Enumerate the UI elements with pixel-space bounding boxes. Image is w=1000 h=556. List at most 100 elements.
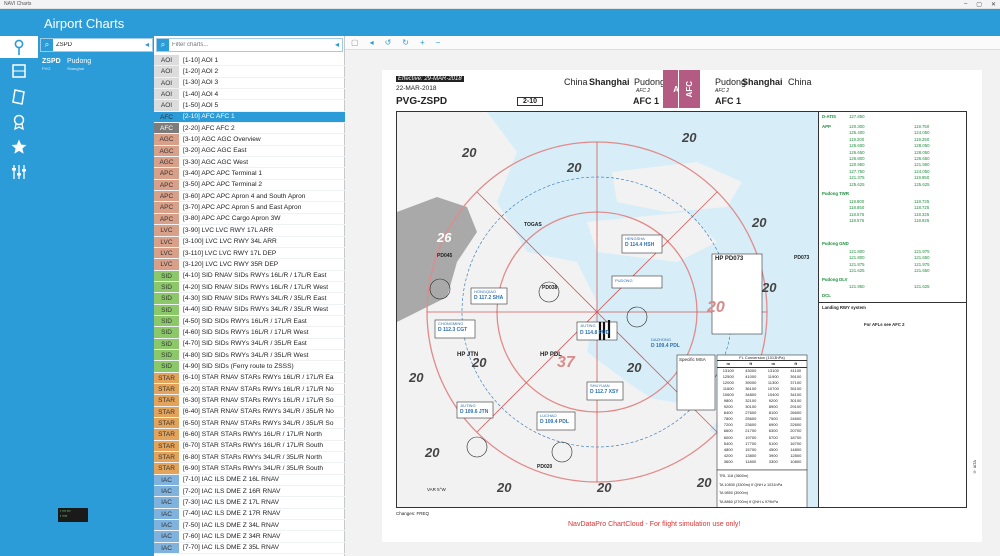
svg-text:20: 20 <box>626 360 642 375</box>
chart-list-item[interactable]: APC [3-50] APC APC Terminal 2 <box>154 179 345 192</box>
chart-list-item[interactable]: SID [4-80] SID SIDs RWYs 34L/R / 35L/R We… <box>154 349 345 362</box>
chart-list-item[interactable]: AOI [1-20] AOI 2 <box>154 66 345 78</box>
chart-list-item[interactable]: IAC [7-40] IAC ILS DME Z 17R RNAV <box>154 508 345 521</box>
frequency-value: 128.050 <box>914 143 930 149</box>
chart-list-item[interactable]: SID [4-60] SID SIDs RWYs 16L/R / 17L/R We… <box>154 327 345 339</box>
mini-status-widget: ▪ ▪▪▪ ▪▪▪ ▪ ▪▪▪▪ <box>58 508 88 522</box>
chart-list-item[interactable]: STAR [6-70] STAR STARs RWYs 16L/R / 17L/R… <box>154 440 345 453</box>
chart-list-item[interactable]: APC [3-40] APC APC Terminal 1 <box>154 168 345 180</box>
collapse-list-icon[interactable]: ◂ <box>332 39 342 51</box>
chart-list-item[interactable]: LVC [3-110] LVC LVC RWY 17L DEP <box>154 247 345 260</box>
ta-line-1: TA 10830 (3300m) If QNH ≥ 1031hPa <box>719 482 783 487</box>
svg-text:20: 20 <box>496 480 512 495</box>
search-icon[interactable]: ⌕ <box>41 39 53 51</box>
chart-list-item[interactable]: AFC [2-10] AFC AFC 1 <box>154 111 345 124</box>
fl-table-header-cell: m <box>726 361 731 366</box>
chart-category-badge: AGC <box>154 134 179 145</box>
chart-list-item[interactable]: AOI [1-30] AOI 3 <box>154 77 345 90</box>
chart-list-item[interactable]: LVC [3-90] LVC LVC RWY 17L ARR <box>154 225 345 237</box>
maximize-button[interactable]: ▢ <box>976 1 982 8</box>
dlv-freq-left: 121.950 <box>849 284 865 289</box>
settings-icon[interactable] <box>10 163 28 181</box>
chart-list-item[interactable]: AGC [3-10] AGC AGC Overview <box>154 134 345 146</box>
chart-list-item[interactable]: APC [3-60] APC APC Apron 4 and South Apro… <box>154 191 345 203</box>
luchao-freq: D 109.4 PDL <box>540 419 569 425</box>
chart-list-item[interactable]: LVC [3-120] LVC LVC RWY 35R DEP <box>154 259 345 271</box>
chart-category-badge: AGC <box>154 157 179 168</box>
chart-list-item[interactable]: SID [4-50] SID SIDs RWYs 16L/R / 17L/R Ea… <box>154 315 345 328</box>
chart-list-item[interactable]: STAR [6-80] STAR STARs RWYs 34L/R / 35L/R… <box>154 452 345 464</box>
chart-date: 22-MAR-2018 <box>396 85 437 92</box>
chart-list-label: [3-20] AGC AGC East <box>183 147 247 155</box>
chart-list-item[interactable]: AFC [2-20] AFC AFC 2 <box>154 123 345 135</box>
book-icon[interactable] <box>10 88 28 106</box>
chart-list-label: [3-60] APC APC Apron 4 and South Apron <box>183 192 306 200</box>
pin-icon[interactable] <box>0 36 38 58</box>
hp-pdl: HP PDL <box>540 352 562 358</box>
chart-list-item[interactable]: AOI [1-10] AOI 1 <box>154 55 345 67</box>
chart-list-item[interactable]: SID [4-70] SID SIDs RWYs 34L/R / 35L/R Ea… <box>154 338 345 350</box>
chart-list-item[interactable]: IAC [7-20] IAC ILS DME Z 16R RNAV <box>154 486 345 498</box>
wpt-pd020: PD020 <box>537 464 553 470</box>
dazhong-ndb-freq: D 109.4 PDL <box>651 343 680 349</box>
rotate-right-icon[interactable]: ↻ <box>402 38 409 47</box>
atis-freq: 127.850 <box>849 114 865 119</box>
page-icon[interactable]: ▢ <box>351 38 359 47</box>
star-icon[interactable] <box>10 138 28 156</box>
chart-list-item[interactable]: APC [3-80] APC APC Cargo Apron 3W <box>154 213 345 226</box>
chart-list-item[interactable]: SID [4-30] SID RNAV SIDs RWYs 34L/R / 35L… <box>154 293 345 305</box>
chart-list-item[interactable]: SID [4-20] SID RNAV SIDs RWYs 16L/R / 17L… <box>154 281 345 294</box>
afc-note: For AFLs see AFC 2 <box>864 322 905 327</box>
chart-list-item[interactable]: IAC [7-60] IAC ILS DME Z 34R RNAV <box>154 531 345 543</box>
chart-list-item[interactable]: STAR [6-50] STAR RNAV STARs RWYs 34L/R / … <box>154 418 345 430</box>
chart-list-item[interactable]: STAR [6-10] STAR RNAV STARs RWYs 16L/R / … <box>154 372 345 384</box>
chart-list-item[interactable]: IAC [7-70] IAC ILS DME Z 35L RNAV <box>154 542 345 555</box>
rotate-left-icon[interactable]: ↺ <box>385 38 392 47</box>
minimize-button[interactable]: – <box>964 1 967 8</box>
trl-box: TRL 118 (3600m) TA 10830 (3300m) If QNH … <box>719 472 807 506</box>
airport-icon[interactable] <box>10 62 28 80</box>
chart-category-badge: APC <box>154 213 179 225</box>
chart-list-item[interactable]: STAR [6-20] STAR RNAV STARs RWYs 16L/R / … <box>154 383 345 396</box>
chart-list-item[interactable]: AGC [3-30] AGC AGC West <box>154 157 345 169</box>
fl-table-cell: 10800 <box>790 458 802 464</box>
chart-list-label: [7-10] IAC ILS DME Z 16L RNAV <box>183 476 280 484</box>
effective-date: Effective: 29-MAR-2018 <box>396 76 464 82</box>
back-icon[interactable]: ◂ <box>370 38 374 47</box>
chart-list-item[interactable]: STAR [6-30] STAR RNAV STARs RWYs 16L/R / … <box>154 395 345 407</box>
chart-list-item[interactable]: STAR [6-60] STAR STARs RWYs 16L/R / 17L/R… <box>154 429 345 441</box>
chart-list-item[interactable]: AOI [1-40] AOI 4 <box>154 89 345 101</box>
trl-line: TRL 118 (3600m) <box>719 474 749 478</box>
airport-list-item[interactable]: ZSPD Pudong PVG Shanghai <box>38 57 154 73</box>
chart-list-label: [1-50] AOI 5 <box>183 102 219 110</box>
frequency-panel: D-ATIS 127.850 APP 120.300 125.400 119.200… <box>819 111 967 508</box>
filter-search-icon[interactable]: ⌕ <box>157 39 169 51</box>
frequency-value: 125.600 <box>849 143 865 149</box>
chart-category-badge: IAC <box>154 508 179 520</box>
close-button[interactable]: ✕ <box>991 1 996 8</box>
hongqiao-freq: D 117.2 SHA <box>474 295 504 301</box>
chart-list-item[interactable]: STAR [6-40] STAR RNAV STARs RWYs 34L/R / … <box>154 406 345 418</box>
chart-list-item[interactable]: LVC [3-100] LVC LVC RWY 34L ARR <box>154 236 345 248</box>
airport-search-input[interactable] <box>53 39 142 51</box>
chart-category-badge: STAR <box>154 395 179 406</box>
chart-list-item[interactable]: IAC [7-30] IAC ILS DME Z 17L RNAV <box>154 497 345 509</box>
chart-list-item[interactable]: AGC [3-20] AGC AGC East <box>154 145 345 158</box>
zoom-in-icon[interactable]: + <box>420 38 425 47</box>
chart-list-item[interactable]: SID [4-90] SID SIDs (Ferry route to ZSSS) <box>154 361 345 373</box>
chart-list-item[interactable]: STAR [6-90] STAR STARs RWYs 34L/R / 35L/R… <box>154 463 345 475</box>
checklist-icon[interactable] <box>10 113 28 131</box>
chart-category-badge: AGC <box>154 145 179 157</box>
chart-list-item[interactable]: APC [3-70] APC APC Apron 5 and East Apron <box>154 202 345 214</box>
window-title: NAVI Charts <box>4 1 32 7</box>
shuyuan-freq: D 112.7 XSY <box>590 389 619 395</box>
chart-list-item[interactable]: IAC [7-10] IAC ILS DME Z 16L RNAV <box>154 474 345 487</box>
chart-list-item[interactable]: IAC [7-50] IAC ILS DME Z 34L RNAV <box>154 520 345 532</box>
chart-filter-input[interactable] <box>169 39 332 51</box>
chart-list-item[interactable]: AOI [1-50] AOI 5 <box>154 100 345 112</box>
chevron-left-icon[interactable]: ◂ <box>142 39 152 51</box>
chart-list-label: [4-10] SID RNAV SIDs RWYs 16L/R / 17L/R … <box>183 272 327 280</box>
zoom-out-icon[interactable]: − <box>436 38 441 47</box>
chart-list-item[interactable]: SID [4-10] SID RNAV SIDs RWYs 16L/R / 17L… <box>154 270 345 282</box>
chart-list-item[interactable]: SID [4-40] SID RNAV SIDs RWYs 34L/R / 35L… <box>154 304 345 316</box>
